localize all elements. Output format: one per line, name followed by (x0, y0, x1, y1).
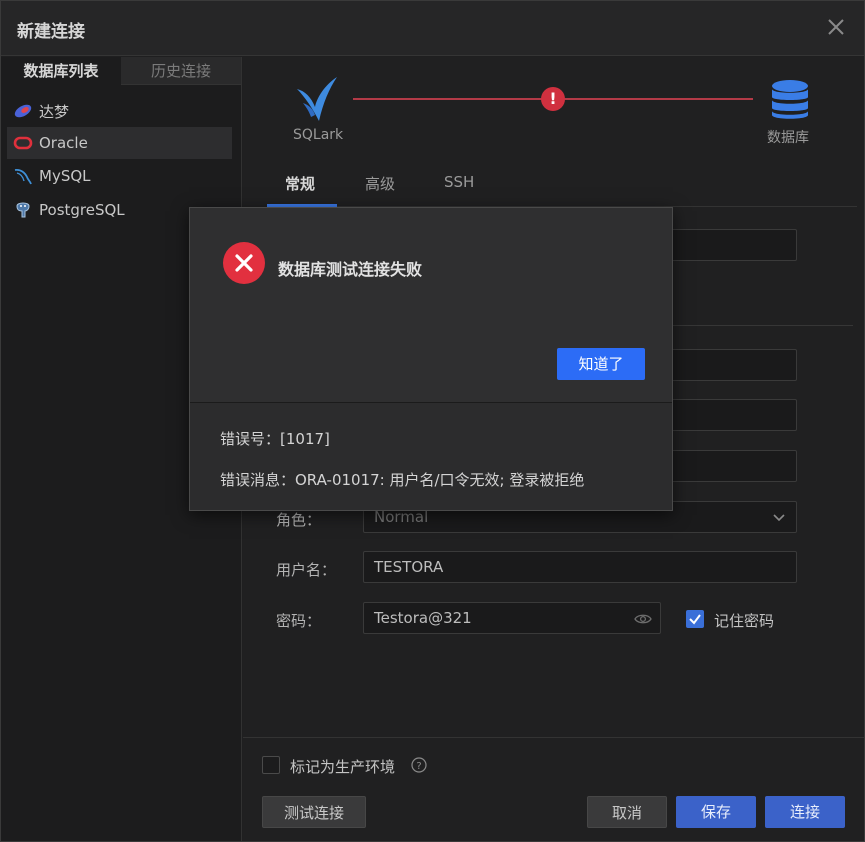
password-input[interactable]: Testora@321 (363, 602, 661, 634)
remember-password-label: 记住密码 (714, 612, 775, 630)
title-bar: 新建连接 (1, 1, 864, 56)
sidebar-item-label: MySQL (39, 167, 91, 185)
sidebar-item-label: PostgreSQL (39, 201, 125, 219)
help-icon[interactable]: ? (411, 757, 427, 773)
sidebar-item-mysql[interactable]: MySQL (7, 160, 232, 192)
remember-password-checkbox[interactable] (686, 610, 704, 628)
tab-history-connections[interactable]: 历史连接 (121, 57, 241, 85)
production-env-checkbox[interactable] (262, 756, 280, 774)
acknowledge-button[interactable]: 知道了 (557, 348, 645, 380)
tab-general[interactable]: 常规 (285, 173, 315, 194)
connection-failed-dialog: 数据库测试连接失败 知道了 错误号：[1017] 错误消息：ORA-01017:… (189, 207, 673, 511)
database-icon (772, 80, 808, 119)
production-env-label: 标记为生产环境 (290, 758, 396, 776)
footer: 标记为生产环境 ? 测试连接 取消 保存 连接 (243, 737, 864, 841)
role-label: 角色： (276, 511, 322, 529)
error-message-text: 错误消息：ORA-01017: 用户名/口令无效; 登录被拒绝 (220, 471, 585, 489)
dialog-header: 数据库测试连接失败 知道了 (190, 208, 672, 403)
connection-error-indicator: ! (541, 87, 565, 111)
test-connection-button[interactable]: 测试连接 (262, 796, 366, 828)
sidebar-item-label: Oracle (39, 134, 88, 152)
checkmark-icon (689, 614, 701, 625)
save-button[interactable]: 保存 (676, 796, 756, 828)
postgresql-icon (16, 202, 30, 218)
sidebar-item-oracle[interactable]: Oracle (7, 127, 232, 159)
dameng-icon (14, 104, 32, 118)
cancel-button[interactable]: 取消 (587, 796, 667, 828)
chevron-down-icon (773, 514, 785, 522)
svg-text:?: ? (416, 761, 421, 772)
password-label: 密码： (276, 612, 322, 630)
sidebar-item-dameng[interactable]: 达梦 (7, 95, 232, 127)
window-title: 新建连接 (17, 22, 85, 42)
close-icon[interactable] (824, 15, 848, 39)
eye-icon[interactable] (634, 610, 652, 628)
error-code-text: 错误号：[1017] (220, 430, 330, 448)
username-input[interactable]: TESTORA (363, 551, 797, 583)
sqlark-logo-icon (297, 77, 337, 121)
tab-database-list[interactable]: 数据库列表 (1, 57, 121, 85)
tab-ssh[interactable]: SSH (444, 173, 474, 191)
new-connection-window: 新建连接 数据库列表 历史连接 达梦 Oracle MySQL PostgreS… (0, 0, 865, 842)
error-icon (223, 242, 265, 284)
password-value: Testora@321 (374, 609, 472, 627)
mysql-icon (14, 168, 32, 185)
source-label: SQLark (293, 127, 344, 143)
dialog-title: 数据库测试连接失败 (278, 260, 423, 279)
target-label: 数据库 (767, 130, 809, 146)
connect-button[interactable]: 连接 (765, 796, 845, 828)
username-label: 用户名： (276, 561, 337, 579)
section-divider (663, 325, 853, 326)
username-value: TESTORA (374, 558, 444, 576)
sidebar-item-label: 达梦 (39, 102, 70, 121)
oracle-icon (13, 136, 33, 150)
tab-advanced[interactable]: 高级 (365, 173, 395, 194)
config-tabs: 常规 高级 SSH (267, 167, 857, 207)
